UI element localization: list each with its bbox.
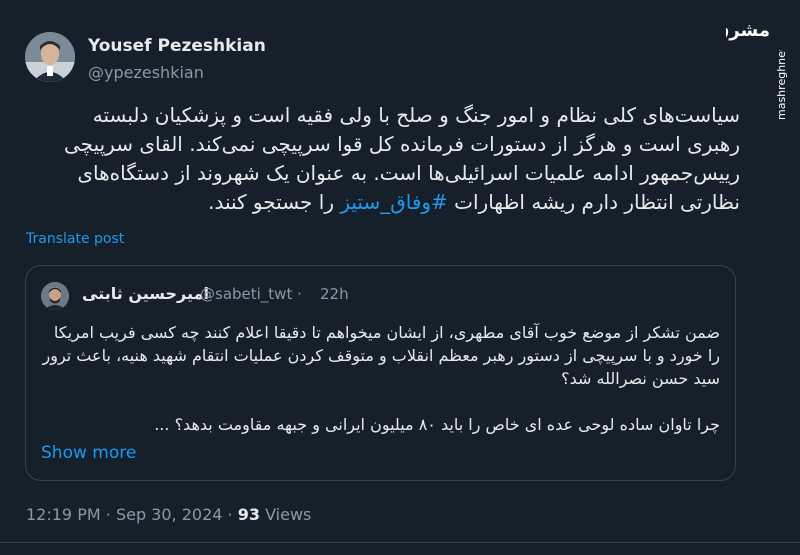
quote-display-name[interactable]: امیرحسین ثابتی [82, 284, 209, 303]
quote-text: ضمن تشکر از موضع خوب آقای مطهری، از ایشا… [40, 321, 720, 436]
views-count[interactable]: 93 [238, 505, 260, 524]
quote-paragraph-1: ضمن تشکر از موضع خوب آقای مطهری، از ایشا… [42, 323, 720, 388]
mashregh-watermark: mashreghnews.ir [775, 50, 788, 120]
avatar[interactable] [25, 32, 75, 82]
avatar-photo [25, 32, 75, 82]
post-text: سیاست‌های کلی نظام و امور جنگ و صلح با و… [40, 101, 740, 217]
quote-avatar-photo [41, 282, 69, 310]
quote-avatar[interactable] [41, 282, 69, 310]
quote-paragraph-2: چرا تاوان ساده لوحی عده ای خاص را باید ۸… [154, 415, 720, 434]
quote-timestamp[interactable]: 22h [320, 285, 349, 303]
author-display-name[interactable]: Yousef Pezeshkian [88, 36, 266, 56]
author-handle[interactable]: @ypezeshkian [88, 63, 204, 82]
svg-text:mashreghnews.ir: mashreghnews.ir [775, 50, 788, 120]
translate-post-link[interactable]: Translate post [26, 231, 124, 247]
post-date[interactable]: Sep 30, 2024 [116, 505, 223, 524]
quote-handle[interactable]: @sabeti_twt · [200, 285, 302, 303]
divider [0, 542, 800, 543]
svg-text:مشرق: مشرق [726, 20, 770, 41]
meta-separator: · [105, 505, 111, 524]
quote-separator: · [297, 285, 302, 303]
hashtag-link[interactable]: #وفاق_ستیز [340, 190, 447, 214]
meta-separator: · [227, 505, 233, 524]
show-more-link[interactable]: Show more [41, 443, 136, 463]
mashregh-logo: مشرق [726, 20, 770, 41]
post-time[interactable]: 12:19 PM [26, 505, 101, 524]
quoted-tweet[interactable]: امیرحسین ثابتی @sabeti_twt · 22h ضمن تشک… [25, 265, 736, 481]
post-text-tail: را جستجو کنند. [208, 190, 334, 214]
post-metadata: 12:19 PM · Sep 30, 2024 · 93 Views [26, 505, 311, 524]
tweet-card: Yousef Pezeshkian @ypezeshkian مشرق mash… [0, 0, 800, 555]
quote-handle-text: @sabeti_twt [200, 285, 293, 303]
views-label: Views [265, 505, 312, 524]
